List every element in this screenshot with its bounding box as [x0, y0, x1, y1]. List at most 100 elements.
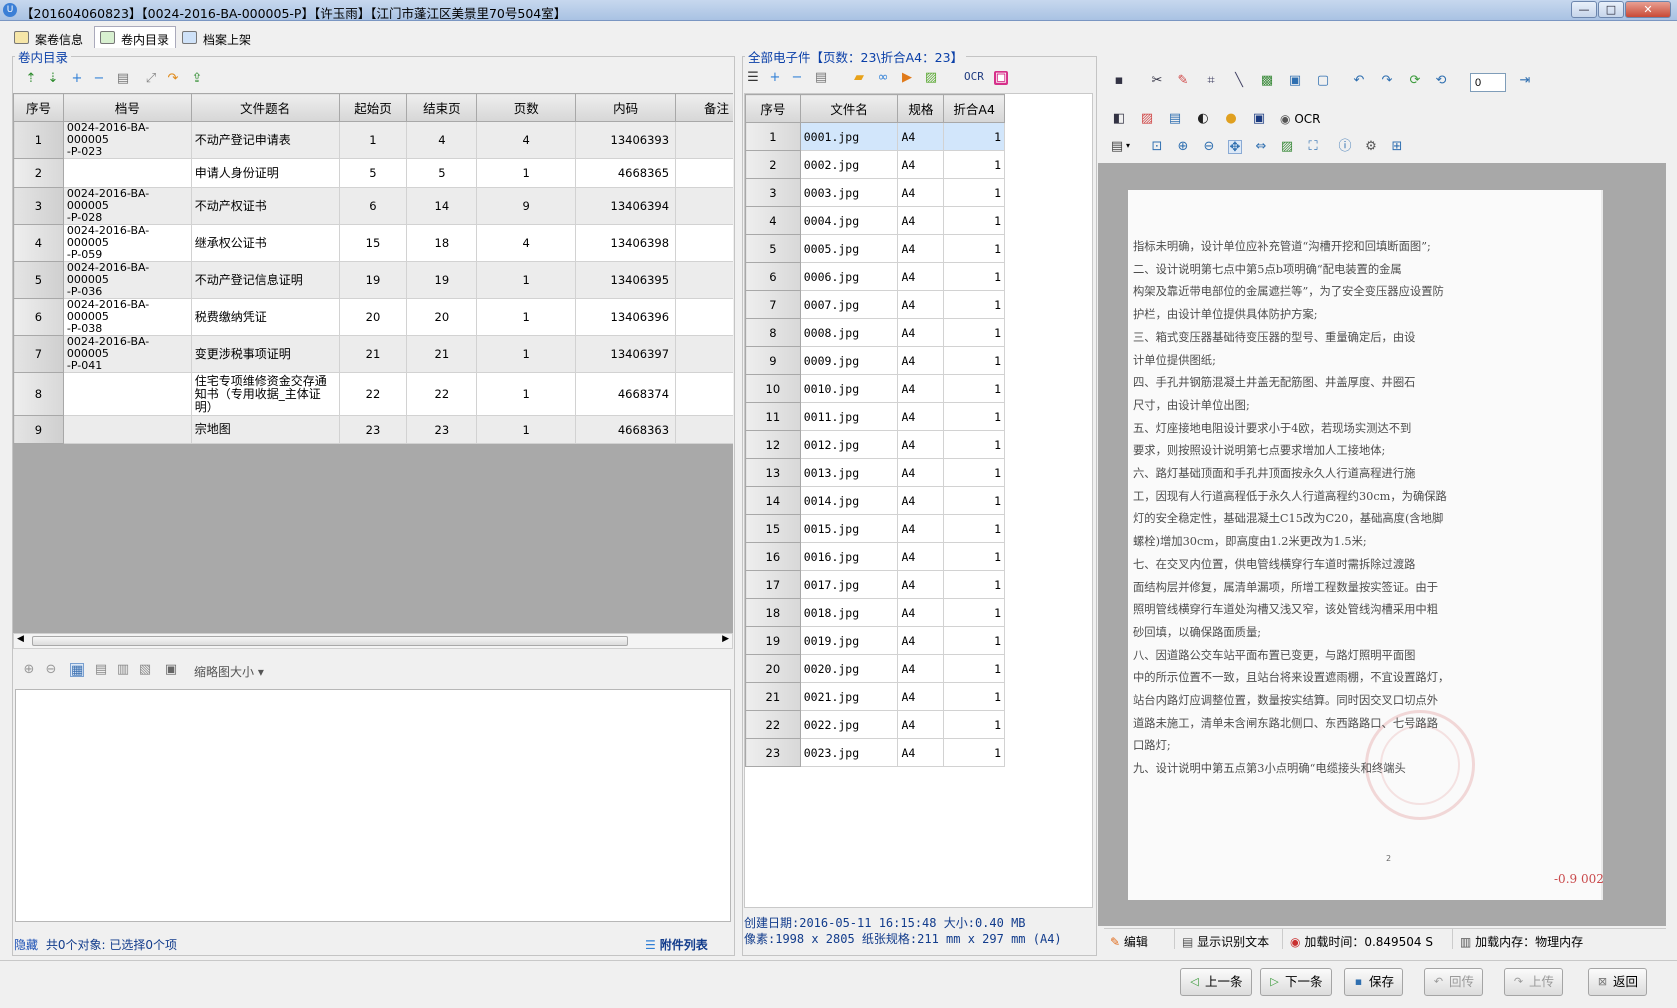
table-row[interactable]: 15 0015.jpg A4 1: [745, 514, 1005, 543]
minimize-button[interactable]: —: [1571, 1, 1597, 18]
table-row[interactable]: 7 0007.jpg A4 1: [745, 290, 1005, 319]
scrollbar-thumb[interactable]: [32, 636, 628, 646]
archive-code-cell[interactable]: [62, 158, 192, 188]
inner-code-cell[interactable]: 13406396: [575, 298, 677, 336]
fit-icon[interactable]: ▣: [1288, 74, 1302, 88]
row-index-cell[interactable]: 3: [13, 187, 64, 225]
return-button[interactable]: ⊠ 返回: [1588, 968, 1648, 996]
col-header[interactable]: 页数: [476, 93, 577, 122]
file-name-cell[interactable]: 0006.jpg: [799, 262, 899, 291]
row-index-cell[interactable]: 8: [13, 372, 64, 416]
a4-equivalent-cell[interactable]: 1: [943, 626, 1005, 655]
panel-icon[interactable]: ◧: [1112, 112, 1126, 126]
col-header[interactable]: 规格: [897, 94, 945, 123]
row-index-cell[interactable]: 21: [745, 682, 801, 711]
end-page-cell[interactable]: 4: [406, 121, 478, 159]
spec-cell[interactable]: A4: [897, 542, 945, 571]
remarks-cell[interactable]: [675, 298, 733, 336]
end-page-cell[interactable]: 20: [406, 298, 478, 336]
spec-cell[interactable]: A4: [897, 514, 945, 543]
table-row[interactable]: 3 0024-2016-BA-000005 -P-028 不动产权证书 6 14 9 134…: [13, 187, 733, 225]
spec-cell[interactable]: A4: [897, 738, 945, 767]
col-header[interactable]: 序号: [13, 93, 64, 122]
open-folder-icon[interactable]: ▰: [852, 71, 866, 85]
file-name-cell[interactable]: 0014.jpg: [799, 486, 899, 515]
tab-case-info[interactable]: 案卷信息: [8, 26, 90, 48]
table-row[interactable]: 19 0019.jpg A4 1: [745, 626, 1005, 655]
row-index-cell[interactable]: 15: [745, 514, 801, 543]
remarks-cell[interactable]: [675, 158, 733, 188]
spec-cell[interactable]: A4: [897, 234, 945, 263]
row-index-cell[interactable]: 12: [745, 430, 801, 459]
table-row[interactable]: 16 0016.jpg A4 1: [745, 542, 1005, 571]
file-title-cell[interactable]: 住宅专项维修资金交存通知书（专用收据_主体证明）: [190, 372, 340, 416]
fullscreen-icon[interactable]: ⊞: [1390, 140, 1404, 154]
file-title-cell[interactable]: 不动产登记信息证明: [190, 261, 340, 299]
fit-width-icon[interactable]: ⇔: [1254, 140, 1268, 154]
save-icon[interactable]: ▪: [1112, 74, 1126, 88]
inner-code-cell[interactable]: 13406393: [575, 121, 677, 159]
table-row[interactable]: 14 0014.jpg A4 1: [745, 486, 1005, 515]
view-tile-icon[interactable]: ▧: [138, 663, 152, 677]
cut-icon[interactable]: ✂: [1150, 74, 1164, 88]
table-row[interactable]: 20 0020.jpg A4 1: [745, 654, 1005, 683]
table-row[interactable]: 22 0022.jpg A4 1: [745, 710, 1005, 739]
row-index-cell[interactable]: 2: [745, 150, 801, 179]
table-row[interactable]: 2 申请人身份证明 5 5 1 4668365: [13, 158, 733, 188]
scroll-right-icon[interactable]: ▶: [722, 634, 729, 644]
a4-equivalent-cell[interactable]: 1: [943, 542, 1005, 571]
file-name-cell[interactable]: 0015.jpg: [799, 514, 899, 543]
file-name-cell[interactable]: 0013.jpg: [799, 458, 899, 487]
view-detail-icon[interactable]: ▥: [116, 663, 130, 677]
settings-icon[interactable]: ⚙: [1364, 140, 1378, 154]
next-record-button[interactable]: ▷ 下一条: [1260, 968, 1332, 996]
row-index-cell[interactable]: 19: [745, 626, 801, 655]
redo-icon[interactable]: ↷: [166, 72, 180, 86]
spec-cell[interactable]: A4: [897, 682, 945, 711]
table-row[interactable]: 2 0002.jpg A4 1: [745, 150, 1005, 179]
end-page-cell[interactable]: 21: [406, 335, 478, 373]
fit-page-icon[interactable]: ⛶: [1306, 140, 1320, 154]
chevron-down-icon[interactable]: ▾: [1126, 141, 1130, 150]
spec-cell[interactable]: A4: [897, 626, 945, 655]
file-name-cell[interactable]: 0005.jpg: [799, 234, 899, 263]
show-ocr-text-toggle[interactable]: ▤ 显示识别文本: [1182, 933, 1269, 950]
tab-archive-shelf[interactable]: 档案上架: [176, 26, 258, 48]
spec-cell[interactable]: A4: [897, 374, 945, 403]
row-index-cell[interactable]: 14: [745, 486, 801, 515]
table-row[interactable]: 17 0017.jpg A4 1: [745, 570, 1005, 599]
spec-cell[interactable]: A4: [897, 430, 945, 459]
file-name-cell[interactable]: 0011.jpg: [799, 402, 899, 431]
file-name-cell[interactable]: 0007.jpg: [799, 290, 899, 319]
inner-code-cell[interactable]: 4668363: [575, 415, 677, 444]
col-header[interactable]: 起始页: [338, 93, 408, 122]
row-index-cell[interactable]: 7: [745, 290, 801, 319]
a4-equivalent-cell[interactable]: 1: [943, 150, 1005, 179]
a4-equivalent-cell[interactable]: 1: [943, 318, 1005, 347]
file-name-cell[interactable]: 0016.jpg: [799, 542, 899, 571]
row-index-cell[interactable]: 2: [13, 158, 64, 188]
rollback-button[interactable]: ↶ 回传: [1424, 968, 1484, 996]
inner-code-cell[interactable]: 13406395: [575, 261, 677, 299]
page-number-input[interactable]: [1470, 73, 1506, 92]
ocr-button[interactable]: OCR: [964, 70, 984, 83]
a4-equivalent-cell[interactable]: 1: [943, 738, 1005, 767]
start-page-cell[interactable]: 23: [338, 415, 408, 444]
start-page-cell[interactable]: 22: [338, 372, 408, 416]
file-name-cell[interactable]: 0023.jpg: [799, 738, 899, 767]
table-row[interactable]: 11 0011.jpg A4 1: [745, 402, 1005, 431]
start-page-cell[interactable]: 21: [338, 335, 408, 373]
remarks-cell[interactable]: [675, 187, 733, 225]
end-page-cell[interactable]: 14: [406, 187, 478, 225]
table-row[interactable]: 6 0024-2016-BA-000005 -P-038 税费缴纳凭证 20 20 1 13…: [13, 298, 733, 336]
row-index-cell[interactable]: 7: [13, 335, 64, 373]
page-count-cell[interactable]: 4: [476, 224, 577, 262]
thumbnail-area[interactable]: [15, 689, 731, 922]
row-index-cell[interactable]: 8: [745, 318, 801, 347]
redo-icon[interactable]: ↷: [1380, 74, 1394, 88]
horizontal-scrollbar[interactable]: ◀ ▶: [13, 633, 733, 649]
col-header[interactable]: 结束页: [406, 93, 478, 122]
line-icon[interactable]: ╲: [1232, 74, 1246, 88]
table-row[interactable]: 9 0009.jpg A4 1: [745, 346, 1005, 375]
row-index-cell[interactable]: 20: [745, 654, 801, 683]
